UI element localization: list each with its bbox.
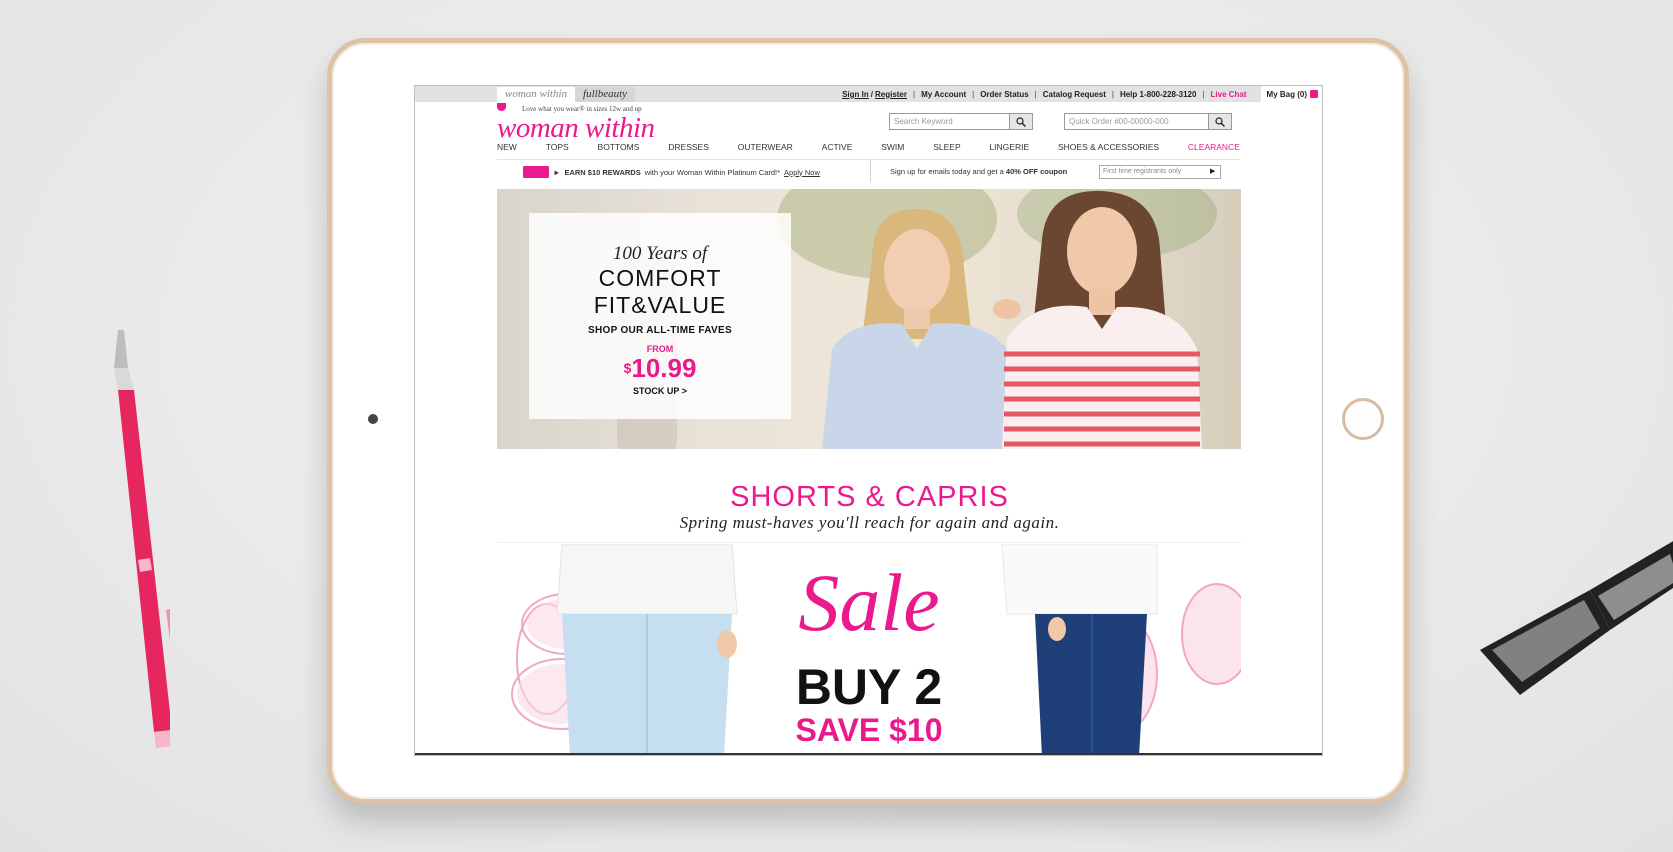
logo-flower-icon <box>497 103 506 111</box>
sale-buy-2: BUY 2 <box>795 659 943 715</box>
screen-bottom-edge <box>415 753 1322 755</box>
utility-bar: woman within fullbeauty Sign In / Regist… <box>415 86 1322 102</box>
quick-order-box: Quick Order #00-00000-000 <box>1064 113 1232 130</box>
my-bag-link[interactable]: My Bag (0) <box>1260 86 1322 102</box>
tablet-camera <box>368 414 378 424</box>
divider: | <box>1111 89 1114 99</box>
promo-arrow-icon: ► <box>553 167 561 177</box>
email-promo: Sign up for emails today and get a 40% O… <box>890 165 1067 179</box>
brand-tabs: woman within fullbeauty <box>497 87 636 102</box>
order-status-link[interactable]: Order Status <box>980 90 1028 99</box>
hero-years: 100 Years of <box>612 243 708 264</box>
section-title[interactable]: SHORTS & CAPRIS <box>415 481 1322 514</box>
hero-price-value: 10.99 <box>631 353 697 383</box>
credit-card-icon <box>523 166 549 178</box>
divider: | <box>913 89 916 99</box>
register-link[interactable]: Register <box>875 90 907 99</box>
help-phone-link[interactable]: Help 1-800-228-3120 <box>1120 90 1197 99</box>
site-logo[interactable]: woman within <box>497 113 655 143</box>
hero-banner[interactable]: 100 Years of COMFORT FIT&VALUE SHOP OUR … <box>497 189 1241 449</box>
nav-item-tops[interactable]: TOPS <box>546 142 569 156</box>
nav-item-dresses[interactable]: DRESSES <box>668 142 709 156</box>
model-image-blue-top <box>822 209 1017 449</box>
shopping-bag-icon <box>1310 90 1318 98</box>
quick-order-button[interactable] <box>1208 114 1231 129</box>
slash-separator: / <box>870 89 873 99</box>
nav-item-new[interactable]: NEW <box>497 142 517 156</box>
nav-item-lingerie[interactable]: LINGERIE <box>989 142 1029 156</box>
sale-headline: Sale <box>798 557 940 648</box>
nav-divider <box>497 159 1240 160</box>
hero-price: $10.99 <box>529 354 791 382</box>
browser-screen: woman within fullbeauty Sign In / Regist… <box>414 85 1323 756</box>
pen-decoration <box>114 330 170 748</box>
email-promo-bold: 40% OFF coupon <box>1005 167 1068 176</box>
section-subtitle: Spring must-haves you'll reach for again… <box>679 513 1060 532</box>
hero-line-fit-value: FIT&VALUE <box>593 292 727 318</box>
search-box: Search Keyword <box>889 113 1033 130</box>
brand-tab-fullbeauty[interactable]: fullbeauty <box>575 87 636 102</box>
hero-text-panel: 100 Years of COMFORT FIT&VALUE SHOP OUR … <box>529 213 791 419</box>
nav-item-swim[interactable]: SWIM <box>881 142 904 156</box>
catalog-request-link[interactable]: Catalog Request <box>1043 90 1106 99</box>
brand-tab-womanwithin[interactable]: woman within <box>497 87 576 102</box>
search-icon <box>1215 116 1225 127</box>
search-icon <box>1016 116 1026 127</box>
sale-banner[interactable]: Sale BUY 2 SAVE $10 <box>497 544 1241 755</box>
utility-links: Sign In / Register | My Account | Order … <box>842 86 1322 102</box>
email-input[interactable]: First time registrants only <box>1100 166 1210 178</box>
search-input[interactable]: Search Keyword <box>890 114 1009 129</box>
email-promo-text: Sign up for emails today and get a <box>890 167 1004 176</box>
nav-item-sleep[interactable]: SLEEP <box>933 142 960 156</box>
sign-in-link[interactable]: Sign In <box>842 90 869 99</box>
my-account-link[interactable]: My Account <box>921 90 966 99</box>
hero-line-comfort: COMFORT <box>598 265 722 291</box>
promo-divider <box>870 160 871 182</box>
tablet-home-button[interactable] <box>1342 398 1384 440</box>
search-button[interactable] <box>1009 114 1032 129</box>
model-image-striped-top <box>993 190 1202 449</box>
promo-text: with your Woman Within Platinum Card!* <box>644 167 781 177</box>
promo-bold-text: EARN $10 REWARDS <box>564 167 641 177</box>
email-submit-icon[interactable]: ▶ <box>1210 166 1220 178</box>
stock-up-link[interactable]: STOCK UP > <box>529 386 791 396</box>
quick-order-input[interactable]: Quick Order #00-00000-000 <box>1065 114 1208 129</box>
nav-item-outerwear[interactable]: OUTERWEAR <box>738 142 793 156</box>
nav-item-shoes-accessories[interactable]: SHOES & ACCESSORIES <box>1058 142 1159 156</box>
nav-item-clearance[interactable]: CLEARANCE <box>1188 142 1240 156</box>
hero-shop-text: SHOP OUR ALL-TIME FAVES <box>588 325 732 336</box>
main-nav: NEW TOPS BOTTOMS DRESSES OUTERWEAR ACTIV… <box>497 142 1240 156</box>
rewards-promo: ► EARN $10 REWARDS with your Woman Withi… <box>523 165 820 179</box>
my-bag-label: My Bag (0) <box>1266 89 1307 99</box>
live-chat-link[interactable]: Live Chat <box>1211 90 1247 99</box>
nav-item-bottoms[interactable]: BOTTOMS <box>598 142 640 156</box>
divider: | <box>1034 89 1037 99</box>
divider: | <box>1202 89 1205 99</box>
section-divider <box>497 542 1241 543</box>
sale-save-10: SAVE $10 <box>795 712 943 748</box>
nav-item-active[interactable]: ACTIVE <box>822 142 853 156</box>
glasses-decoration <box>1480 541 1673 695</box>
email-signup-box: First time registrants only ▶ <box>1099 165 1221 179</box>
apply-now-link[interactable]: Apply Now <box>784 168 820 177</box>
divider: | <box>972 89 975 99</box>
